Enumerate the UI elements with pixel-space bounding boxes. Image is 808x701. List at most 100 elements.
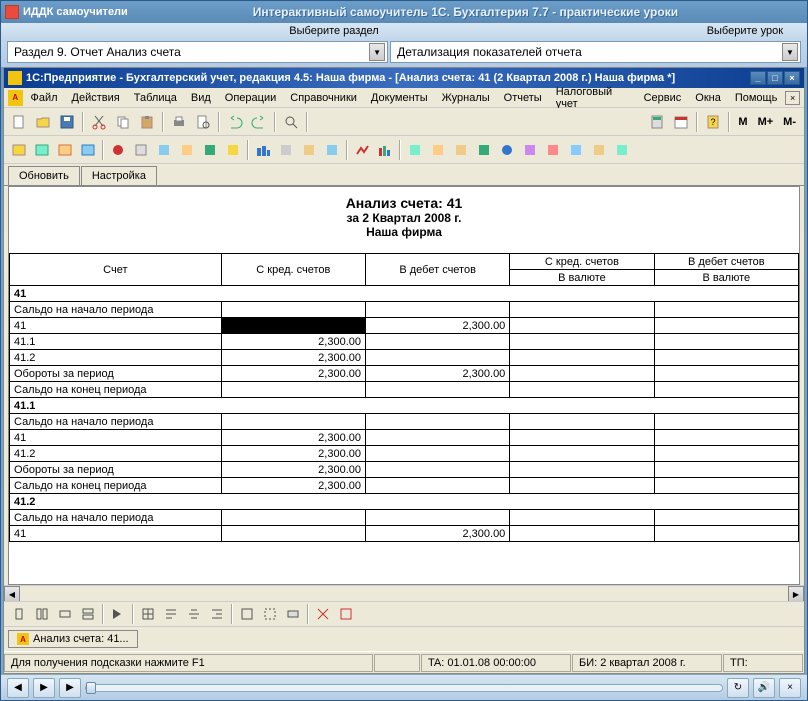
t3-icon-13[interactable] (335, 603, 357, 625)
calc-icon[interactable] (646, 111, 668, 133)
t3-icon-6[interactable] (160, 603, 182, 625)
table-row[interactable]: 41.2 (10, 494, 799, 510)
save-icon[interactable] (56, 111, 78, 133)
tool-icon-14[interactable] (321, 139, 343, 161)
tool-icon-8[interactable] (176, 139, 198, 161)
t3-icon-9[interactable] (236, 603, 258, 625)
tool-icon-20[interactable] (473, 139, 495, 161)
report-table[interactable]: Счет С кред. счетов В дебет счетов С кре… (9, 253, 799, 542)
table-row[interactable]: Сальдо на начало периода (10, 510, 799, 526)
scroll-right-icon[interactable]: ▶ (788, 586, 804, 602)
tool-icon-18[interactable] (427, 139, 449, 161)
new-icon[interactable] (8, 111, 30, 133)
menu-help[interactable]: Помощь (729, 90, 784, 106)
mdi-close-button[interactable]: × (785, 91, 800, 105)
table-row[interactable]: Обороты за период2,300.002,300.00 (10, 366, 799, 382)
calendar-icon[interactable] (670, 111, 692, 133)
player-repeat-button[interactable]: ↻ (727, 678, 749, 698)
1c-menu-icon[interactable]: А (8, 90, 23, 106)
tool-icon-13[interactable] (298, 139, 320, 161)
t3-icon-4[interactable] (77, 603, 99, 625)
tool-icon-25[interactable] (588, 139, 610, 161)
table-row[interactable]: 41 (10, 286, 799, 302)
chevron-down-icon[interactable]: ▼ (782, 43, 798, 61)
tool-icon-19[interactable] (450, 139, 472, 161)
table-row[interactable]: Сальдо на конец периода2,300.00 (10, 478, 799, 494)
section-dropdown[interactable]: Раздел 9. Отчет Анализ счета ▼ (7, 41, 388, 63)
t3-icon-11[interactable] (282, 603, 304, 625)
tool-icon-9[interactable] (199, 139, 221, 161)
memory-m[interactable]: M (734, 116, 751, 128)
player-progress[interactable] (85, 684, 723, 692)
tool-icon-22[interactable] (519, 139, 541, 161)
t3-icon-1[interactable] (8, 603, 30, 625)
tool-icon-11[interactable] (252, 139, 274, 161)
tool-icon-10[interactable] (222, 139, 244, 161)
t3-icon-2[interactable] (31, 603, 53, 625)
tool-icon-2[interactable] (31, 139, 53, 161)
undo-icon[interactable] (224, 111, 246, 133)
print-icon[interactable] (168, 111, 190, 133)
preview-icon[interactable] (192, 111, 214, 133)
t3-icon-5[interactable] (137, 603, 159, 625)
tool-icon-16[interactable] (374, 139, 396, 161)
player-prev-button[interactable]: ◀ (7, 678, 29, 698)
minimize-button[interactable]: _ (750, 71, 766, 85)
menu-reports[interactable]: Отчеты (498, 90, 548, 106)
table-row[interactable]: Сальдо на начало периода (10, 302, 799, 318)
chevron-down-icon[interactable]: ▼ (369, 43, 385, 61)
memory-mplus[interactable]: M+ (754, 116, 778, 128)
table-row[interactable]: 41.22,300.00 (10, 446, 799, 462)
menu-actions[interactable]: Действия (66, 90, 126, 106)
tool-icon-3[interactable] (54, 139, 76, 161)
menu-journals[interactable]: Журналы (436, 90, 496, 106)
table-row[interactable]: Обороты за период2,300.00 (10, 462, 799, 478)
redo-icon[interactable] (248, 111, 270, 133)
t3-icon-8[interactable] (206, 603, 228, 625)
t3-icon-3[interactable] (54, 603, 76, 625)
find-icon[interactable] (280, 111, 302, 133)
tool-icon-24[interactable] (565, 139, 587, 161)
table-row[interactable]: Сальдо на конец периода (10, 382, 799, 398)
maximize-button[interactable]: □ (767, 71, 783, 85)
menu-file[interactable]: Файл (25, 90, 64, 106)
player-close-button[interactable]: × (779, 678, 801, 698)
menu-documents[interactable]: Документы (365, 90, 434, 106)
table-row[interactable]: 412,300.002,300.00 (10, 318, 799, 334)
table-row[interactable]: Сальдо на начало периода (10, 414, 799, 430)
menu-table[interactable]: Таблица (128, 90, 183, 106)
tool-icon-15[interactable] (351, 139, 373, 161)
t3-icon-12[interactable] (312, 603, 334, 625)
tool-icon-26[interactable] (611, 139, 633, 161)
player-next-button[interactable]: ▶ (59, 678, 81, 698)
doctab-analysis[interactable]: А Анализ счета: 41... (8, 630, 138, 648)
tool-icon-7[interactable] (153, 139, 175, 161)
table-row[interactable]: 41.1 (10, 398, 799, 414)
tool-icon-23[interactable] (542, 139, 564, 161)
tool-icon-17[interactable] (404, 139, 426, 161)
tool-icon-6[interactable] (130, 139, 152, 161)
menu-service[interactable]: Сервис (638, 90, 688, 106)
tool-icon-5[interactable] (107, 139, 129, 161)
cut-icon[interactable] (88, 111, 110, 133)
table-row[interactable]: 41.22,300.00 (10, 350, 799, 366)
scroll-left-icon[interactable]: ◀ (4, 586, 20, 602)
horizontal-scrollbar[interactable]: ◀ ▶ (4, 585, 804, 601)
open-icon[interactable] (32, 111, 54, 133)
player-play-button[interactable]: ▶ (33, 678, 55, 698)
copy-icon[interactable] (112, 111, 134, 133)
lesson-dropdown[interactable]: Детализация показателей отчета ▼ (390, 41, 801, 63)
table-row[interactable]: 412,300.00 (10, 526, 799, 542)
tool-icon-4[interactable] (77, 139, 99, 161)
menu-references[interactable]: Справочники (284, 90, 363, 106)
close-button[interactable]: × (784, 71, 800, 85)
menu-view[interactable]: Вид (185, 90, 217, 106)
table-row[interactable]: 412,300.00 (10, 430, 799, 446)
t3-icon-7[interactable] (183, 603, 205, 625)
tool-icon-1[interactable] (8, 139, 30, 161)
t3-icon-10[interactable] (259, 603, 281, 625)
table-row[interactable]: 41.12,300.00 (10, 334, 799, 350)
t3-arrow-icon[interactable] (107, 603, 129, 625)
tool-icon-12[interactable] (275, 139, 297, 161)
help-icon[interactable]: ? (702, 111, 724, 133)
